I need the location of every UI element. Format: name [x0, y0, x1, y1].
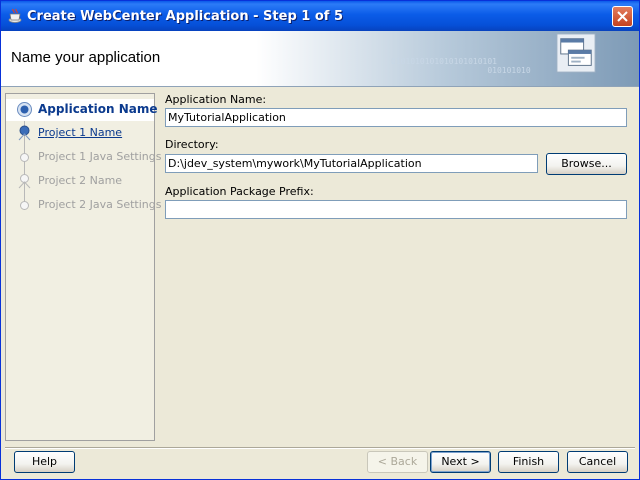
wizard-window: Create WebCenter Application - Step 1 of…: [0, 0, 640, 480]
nav-item-project-1-java-settings[interactable]: Project 1 Java Settings: [6, 147, 161, 169]
close-icon: [617, 11, 628, 22]
cancel-button[interactable]: Cancel: [567, 451, 628, 473]
directory-field[interactable]: [165, 154, 538, 173]
wizard-header: Name your application 010101010101010101…: [1, 31, 639, 87]
nav-item-application-name[interactable]: Application Name: [6, 99, 158, 121]
title-bar[interactable]: Create WebCenter Application - Step 1 of…: [1, 1, 639, 31]
nav-item-label: Project 1 Name: [38, 126, 123, 139]
step-node-icon: [20, 201, 29, 210]
nav-item-project-1-name[interactable]: Project 1 Name: [6, 123, 154, 145]
close-button[interactable]: [612, 6, 633, 27]
page-title: Name your application: [11, 49, 161, 66]
browse-button[interactable]: Browse...: [546, 153, 627, 175]
finish-button[interactable]: Finish: [498, 451, 559, 473]
footer-divider: [5, 447, 635, 449]
header-decoration: 0101010101010101010101 010101010: [391, 57, 531, 75]
wizard-windows-icon: [556, 33, 596, 73]
package-prefix-field[interactable]: [165, 200, 627, 219]
step-node-icon: [20, 153, 29, 162]
nav-item-label: Application Name: [38, 102, 158, 116]
step-node-icon: [18, 174, 31, 189]
directory-label: Directory:: [165, 138, 219, 151]
java-cup-icon: [8, 8, 22, 23]
window-title: Create WebCenter Application - Step 1 of…: [27, 9, 343, 24]
nav-item-label: Project 1 Java Settings: [38, 150, 162, 163]
next-button[interactable]: Next >: [430, 451, 491, 473]
nav-item-label: Project 2 Name: [38, 174, 123, 187]
application-name-label: Application Name:: [165, 93, 267, 106]
nav-item-project-2-name[interactable]: Project 2 Name: [6, 171, 154, 193]
back-button[interactable]: < Back: [367, 451, 428, 473]
application-name-field[interactable]: [165, 108, 627, 127]
nav-item-label: Project 2 Java Settings: [38, 198, 162, 211]
step-node-icon: [18, 125, 31, 141]
current-step-icon: [17, 102, 32, 117]
help-button[interactable]: Help: [14, 451, 75, 473]
package-prefix-label: Application Package Prefix:: [165, 185, 314, 198]
nav-item-project-2-java-settings[interactable]: Project 2 Java Settings: [6, 195, 161, 217]
wizard-steps-nav: Application Name Project 1 Name Project …: [5, 93, 161, 441]
